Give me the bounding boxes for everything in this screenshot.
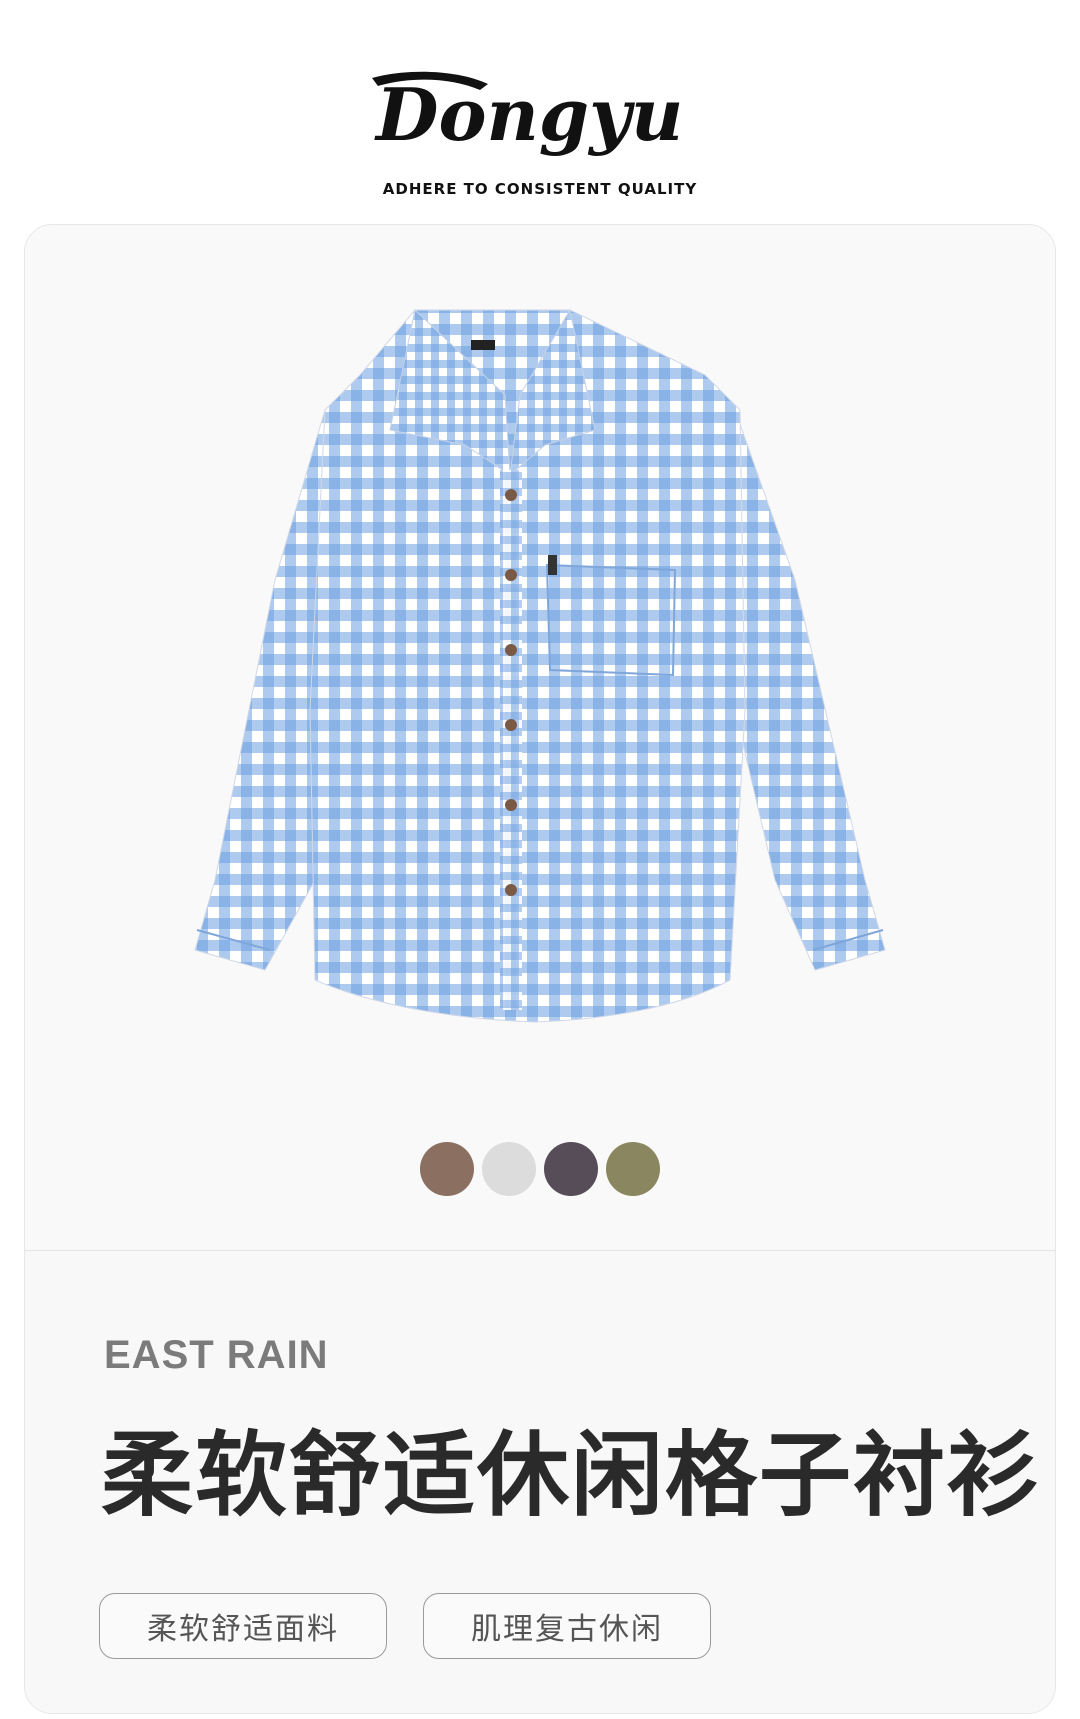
logo-text: Dongyu [374, 72, 683, 157]
product-title: 柔软舒适休闲格子衬衫 [101, 1422, 1042, 1529]
brand-header: Dongyu ADHERE TO CONSISTENT QUALITY [0, 0, 1080, 220]
swatch-olive[interactable] [606, 1142, 660, 1196]
product-card: EAST RAIN 柔软舒适休闲格子衬衫 柔软舒适面料 肌理复古休闲 [24, 224, 1056, 1714]
brand-tagline: ADHERE TO CONSISTENT QUALITY [382, 180, 698, 198]
swatch-brown[interactable] [420, 1142, 474, 1196]
product-image-area [25, 225, 1055, 1250]
product-brand-name: EAST RAIN [104, 1333, 329, 1377]
swatch-light-gray[interactable] [482, 1142, 536, 1196]
product-info: EAST RAIN 柔软舒适休闲格子衬衫 柔软舒适面料 肌理复古休闲 [25, 1251, 1055, 1713]
feature-tag: 柔软舒适面料 [99, 1593, 387, 1659]
swatch-dark-plum[interactable] [544, 1142, 598, 1196]
feature-tag: 肌理复古休闲 [423, 1593, 711, 1659]
plaid-shirt-image [194, 308, 886, 1023]
dongyu-logo: Dongyu [372, 71, 683, 157]
color-swatches [420, 1142, 690, 1198]
